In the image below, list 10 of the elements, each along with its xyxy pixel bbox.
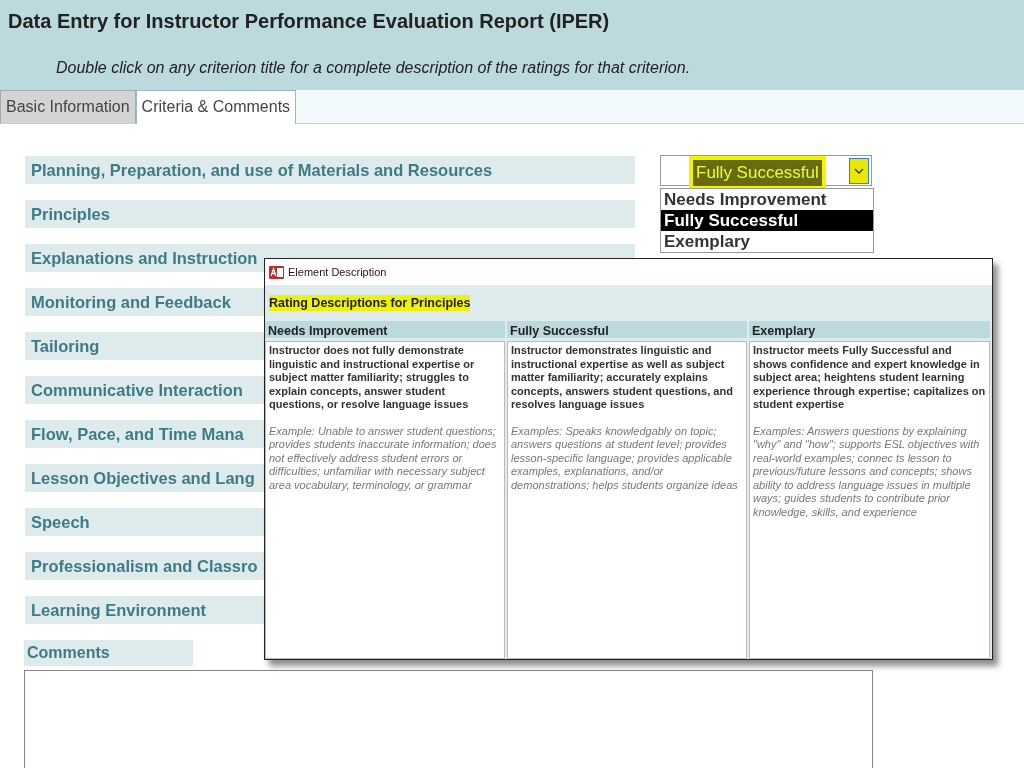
dialog-title: Element Description	[288, 264, 387, 280]
window-title: Data Entry for Instructor Performance Evaluation Report (IPER)	[8, 9, 611, 34]
column-header: Exemplary	[749, 321, 990, 338]
dialog-heading: Rating Descriptions for Principles	[269, 295, 471, 311]
column-header: Needs Improvement	[265, 321, 505, 338]
instruction-text: Double click on any criterion title for a complete description of the ratings for that criterion.	[56, 58, 692, 78]
column-header: Fully Successful	[507, 321, 747, 338]
rating-description: Instructor meets Fully Successful and shows confidence and expert knowledge in subject area; heightens student learning experience through expertise; capitalizes on student expertise	[753, 344, 986, 412]
rating-example: Examples: Answers questions by explaining "why" and "how"; supports ESL objectives with real-world examples; connec ts lesson to previous/future lessons and concepts; shows ability to address language issues in multiple ways; guides students to contribute prior knowledge, skills, and experience	[753, 424, 981, 519]
comments-label: Comments	[24, 640, 193, 666]
